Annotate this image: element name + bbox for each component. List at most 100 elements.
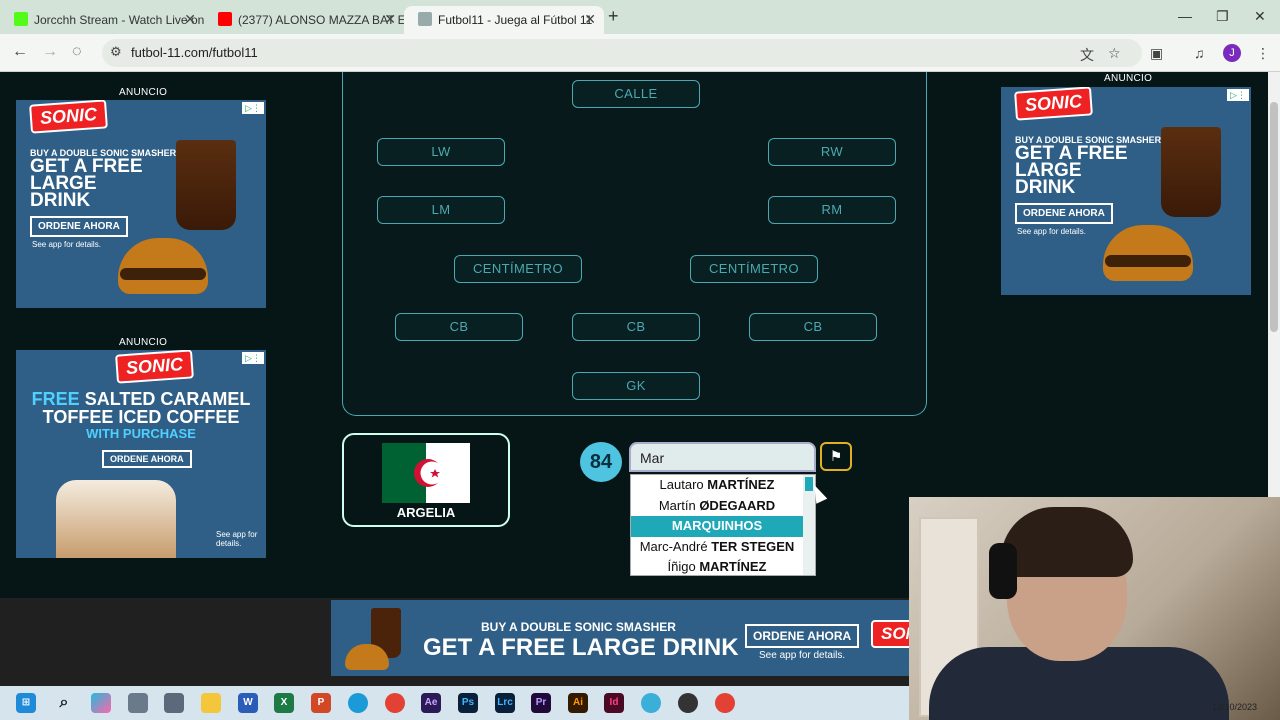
- flag-icon[interactable]: ⚑: [820, 442, 852, 471]
- youtube-icon: [218, 12, 232, 26]
- close-icon[interactable]: ✕: [184, 11, 196, 28]
- site-info-icon[interactable]: ⚙: [110, 44, 122, 60]
- sonic-logo: SONI: [871, 620, 911, 648]
- suggestion-last-name: MARQUINHOS: [671, 518, 763, 533]
- suggestion-first-name: Lautaro: [659, 477, 704, 492]
- app-icon[interactable]: [641, 693, 661, 713]
- position-lw[interactable]: LW: [377, 138, 505, 166]
- address-bar[interactable]: ⚙ futbol-11.com/futbol11: [102, 39, 1142, 67]
- page-scroll-thumb[interactable]: [1270, 102, 1278, 332]
- obs-icon[interactable]: [678, 693, 698, 713]
- close-icon[interactable]: ✕: [584, 11, 596, 28]
- loading-icon[interactable]: ◌: [72, 43, 82, 61]
- iced-coffee-image: [56, 480, 176, 558]
- menu-icon[interactable]: ⋮: [1256, 45, 1270, 62]
- ad-cta-button[interactable]: ORDENE AHORA: [30, 216, 128, 237]
- indesign-icon[interactable]: Id: [604, 693, 624, 713]
- back-icon[interactable]: ←: [12, 43, 28, 61]
- suggestion-first-name: Martín: [658, 497, 696, 513]
- ad-headline: FREE SALTED CARAMEL TOFFEE ICED COFFEE: [26, 390, 256, 426]
- suggestion-first-name: Íñigo: [667, 559, 696, 574]
- formation-field: CALLE LW RW LM RM CENTÍMETRO CENTÍMETRO …: [342, 72, 927, 416]
- country-name: ARGELIA: [396, 505, 456, 520]
- tab-futbol11[interactable]: Futbol11 - Juega al Fútbol 11 ✕: [404, 6, 604, 34]
- position-rw[interactable]: RW: [768, 138, 896, 166]
- premiere-icon[interactable]: Pr: [531, 693, 551, 713]
- tab-title: (2377) ALONSO MAZZA BAT EL: [238, 13, 404, 27]
- drink-image: [1161, 127, 1221, 217]
- ad-cta-button[interactable]: ORDENE AHORA: [745, 624, 860, 648]
- burger-patty: [120, 268, 206, 280]
- powerpoint-icon[interactable]: P: [311, 693, 331, 713]
- suggestion-item[interactable]: Martín ØDEGAARD: [631, 496, 803, 517]
- position-cm-right[interactable]: CENTÍMETRO: [690, 255, 818, 283]
- search-icon[interactable]: ⌕: [54, 693, 74, 713]
- suggestion-item[interactable]: Íñigo MARTÍNEZ: [631, 557, 803, 575]
- suggestion-last-name: ØDEGAARD: [699, 497, 776, 513]
- suggestion-first-name: Marc-André: [639, 538, 708, 554]
- ad-cta-button[interactable]: ORDENE AHORA: [1015, 203, 1113, 224]
- photoshop-icon[interactable]: Ps: [458, 693, 478, 713]
- profile-avatar[interactable]: J: [1223, 44, 1241, 62]
- close-icon[interactable]: ✕: [384, 11, 396, 28]
- bookmark-star-icon[interactable]: ☆: [1108, 45, 1121, 62]
- calculator-icon[interactable]: [164, 693, 184, 713]
- chrome-profile-icon[interactable]: [715, 693, 735, 713]
- position-cb-center[interactable]: CB: [572, 313, 700, 341]
- position-rm[interactable]: RM: [768, 196, 896, 224]
- sidebar-icon[interactable]: ▣: [1150, 45, 1163, 62]
- position-cb-left[interactable]: CB: [395, 313, 523, 341]
- position-st[interactable]: CALLE: [572, 80, 700, 108]
- close-window-icon[interactable]: ✕: [1254, 8, 1266, 25]
- edge-icon[interactable]: [348, 693, 368, 713]
- lightroom-icon[interactable]: Lrc: [495, 693, 515, 713]
- ad-headline: GET A FREE LARGE DRINK: [1015, 143, 1128, 198]
- position-gk[interactable]: GK: [572, 372, 700, 400]
- sonic-ad-left-top[interactable]: SONIC ▷⋮ BUY A DOUBLE SONIC SMASHER GET …: [16, 100, 266, 308]
- restore-icon[interactable]: ❐: [1216, 8, 1229, 25]
- position-cm-left[interactable]: CENTÍMETRO: [454, 255, 582, 283]
- adchoices-icon[interactable]: ▷⋮: [1227, 89, 1249, 101]
- tab-youtube[interactable]: (2377) ALONSO MAZZA BAT EL ✕: [204, 6, 404, 34]
- sonic-logo: SONIC: [1014, 87, 1093, 121]
- sonic-logo: SONIC: [29, 100, 108, 134]
- ad-label: ANUNCIO: [1104, 73, 1153, 84]
- start-icon[interactable]: ⊞: [16, 693, 36, 713]
- position-lm[interactable]: LM: [377, 196, 505, 224]
- ad-fine-print: See app for details.: [1017, 227, 1086, 236]
- player-search-input[interactable]: Mar: [629, 442, 816, 472]
- sonic-logo: SONIC: [115, 350, 194, 384]
- media-controls-icon[interactable]: ♫: [1194, 45, 1205, 61]
- suggestion-item[interactable]: Marc-André TER STEGEN: [631, 537, 803, 558]
- ad-cta-button[interactable]: ORDENE AHORA: [102, 450, 192, 468]
- sonic-ad-bottom[interactable]: BUY A DOUBLE SONIC SMASHER GET A FREE LA…: [331, 600, 911, 676]
- minimize-icon[interactable]: —: [1178, 8, 1192, 24]
- word-icon[interactable]: W: [238, 693, 258, 713]
- illustrator-icon[interactable]: Ai: [568, 693, 588, 713]
- camera-icon[interactable]: [128, 693, 148, 713]
- excel-icon[interactable]: X: [274, 693, 294, 713]
- adchoices-icon[interactable]: ▷⋮: [242, 352, 264, 364]
- taskbar-date: 13/10/2023: [1212, 702, 1258, 712]
- after-effects-icon[interactable]: Ae: [421, 693, 441, 713]
- forward-icon[interactable]: →: [42, 43, 58, 61]
- position-cb-right[interactable]: CB: [749, 313, 877, 341]
- suggestion-item[interactable]: Lautaro MARTÍNEZ: [631, 475, 803, 496]
- suggestion-item-selected[interactable]: MARQUINHOS: [631, 516, 803, 537]
- tab-bar: Jorcchh Stream - Watch Live on ✕ (2377) …: [0, 0, 1280, 34]
- ad-label: ANUNCIO: [119, 337, 168, 348]
- new-tab-button[interactable]: +: [608, 6, 619, 27]
- copilot-icon[interactable]: [91, 693, 111, 713]
- country-card: ARGELIA: [342, 433, 510, 527]
- tab-title: Futbol11 - Juega al Fútbol 11: [438, 13, 593, 27]
- burger-image: [1103, 225, 1193, 281]
- adchoices-icon[interactable]: ▷⋮: [242, 102, 264, 114]
- file-explorer-icon[interactable]: [201, 693, 221, 713]
- translate-icon[interactable]: 文: [1080, 45, 1094, 65]
- sonic-ad-right[interactable]: SONIC ▷⋮ BUY A DOUBLE SONIC SMASHER GET …: [1001, 87, 1251, 295]
- webcam-overlay: [909, 497, 1280, 720]
- sonic-ad-left-bottom[interactable]: SONIC ▷⋮ FREE SALTED CARAMEL TOFFEE ICED…: [16, 350, 266, 558]
- algeria-flag: [382, 443, 470, 503]
- chrome-icon[interactable]: [385, 693, 405, 713]
- tab-stream[interactable]: Jorcchh Stream - Watch Live on ✕: [0, 6, 204, 34]
